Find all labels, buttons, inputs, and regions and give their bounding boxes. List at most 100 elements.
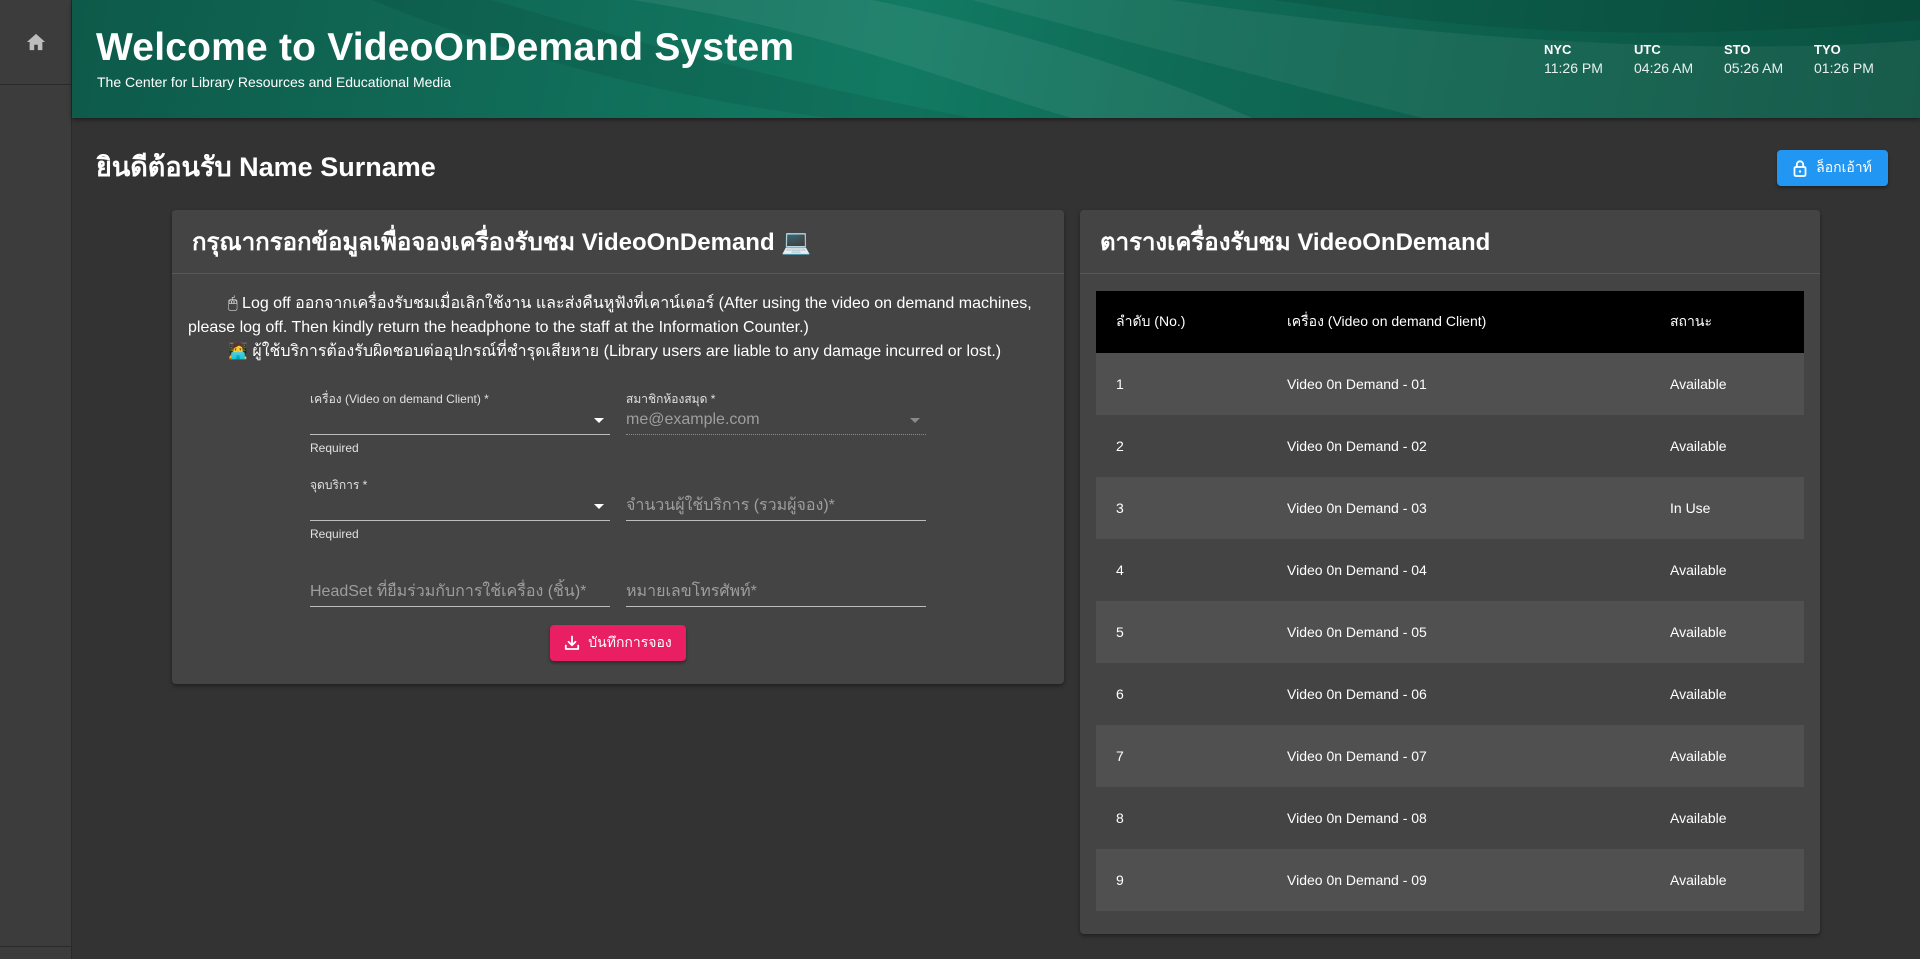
table-row[interactable]: 2 Video 0n Demand - 02 Available bbox=[1096, 415, 1804, 477]
table-row[interactable]: 4 Video 0n Demand - 04 Available bbox=[1096, 539, 1804, 601]
column-header-no[interactable]: ลำดับ (No.) bbox=[1096, 291, 1287, 353]
home-icon bbox=[26, 33, 46, 51]
clock-city: UTC bbox=[1634, 42, 1661, 57]
cell-status: Available bbox=[1670, 353, 1804, 415]
service-point-select-field: จุดบริการ * Required bbox=[310, 476, 610, 541]
chevron-down-icon bbox=[594, 504, 604, 509]
usage-notice: 🖱 Log off ออกจากเครื่องรับชมเมื่อเลิกใช้… bbox=[188, 292, 1048, 364]
download-icon bbox=[565, 635, 580, 650]
phone-field: หมายเลขโทรศัพท์* bbox=[626, 577, 926, 607]
column-header-status[interactable]: สถานะ bbox=[1670, 291, 1804, 353]
notice-line: 🧑‍💻 ผู้ใช้บริการต้องรับผิดชอบต่ออุปกรณ์ท… bbox=[228, 343, 1002, 360]
cell-machine: Video 0n Demand - 02 bbox=[1287, 415, 1670, 477]
lock-icon bbox=[1793, 159, 1807, 177]
booking-form-title: กรุณากรอกข้อมูลเพื่อจองเครื่องรับชม Vide… bbox=[172, 210, 1064, 274]
chevron-down-icon bbox=[594, 418, 604, 423]
app-subtitle: The Center for Library Resources and Edu… bbox=[97, 74, 452, 90]
save-booking-button[interactable]: บันทึกการจอง bbox=[550, 625, 686, 661]
clock-city: STO bbox=[1724, 42, 1751, 57]
booking-form-card: กรุณากรอกข้อมูลเพื่อจองเครื่องรับชม Vide… bbox=[172, 210, 1064, 684]
cell-no: 2 bbox=[1096, 415, 1287, 477]
chevron-down-icon bbox=[910, 418, 920, 423]
save-booking-label: บันทึกการจอง bbox=[588, 634, 672, 650]
cell-status: Available bbox=[1670, 539, 1804, 601]
headset-field: HeadSet ที่ยืมร่วมกับการใช้เครื่อง (ชิ้น… bbox=[310, 577, 610, 607]
cell-status: Available bbox=[1670, 601, 1804, 663]
headset-input[interactable]: HeadSet ที่ยืมร่วมกับการใช้เครื่อง (ชิ้น… bbox=[310, 577, 610, 607]
clock-time: 01:26 PM bbox=[1814, 60, 1874, 76]
headset-placeholder: HeadSet ที่ยืมร่วมกับการใช้เครื่อง (ชิ้น… bbox=[310, 583, 587, 600]
cell-no: 1 bbox=[1096, 353, 1287, 415]
cell-machine: Video 0n Demand - 03 bbox=[1287, 477, 1670, 539]
service-point-label: จุดบริการ * bbox=[310, 478, 368, 492]
cell-no: 4 bbox=[1096, 539, 1287, 601]
world-clocks: NYC 11:26 PM UTC 04:26 AM STO 05:26 AM T… bbox=[1544, 42, 1874, 76]
cell-no: 8 bbox=[1096, 787, 1287, 849]
app-title: Welcome to VideoOnDemand System bbox=[96, 26, 795, 69]
cell-status: Available bbox=[1670, 725, 1804, 787]
machine-select-hint: Required bbox=[310, 441, 359, 455]
table-row[interactable]: 3 Video 0n Demand - 03 In Use bbox=[1096, 477, 1804, 539]
cell-status: In Use bbox=[1670, 477, 1804, 539]
table-header-row: ลำดับ (No.) เครื่อง (Video on demand Cli… bbox=[1096, 291, 1804, 353]
member-select-label: สมาชิกห้องสมุด * bbox=[626, 392, 716, 406]
cell-machine: Video 0n Demand - 05 bbox=[1287, 601, 1670, 663]
clock-time: 05:26 AM bbox=[1724, 60, 1784, 76]
machine-table-title: ตารางเครื่องรับชม VideoOnDemand bbox=[1080, 210, 1820, 274]
cell-status: Available bbox=[1670, 787, 1804, 849]
cell-no: 5 bbox=[1096, 601, 1287, 663]
machine-table: ลำดับ (No.) เครื่อง (Video on demand Cli… bbox=[1096, 291, 1804, 911]
user-count-field: จำนวนผู้ใช้บริการ (รวมผู้จอง)* bbox=[626, 491, 926, 521]
clock-nyc: NYC 11:26 PM bbox=[1544, 42, 1603, 76]
cell-no: 3 bbox=[1096, 477, 1287, 539]
member-select-placeholder: me@example.com bbox=[626, 410, 760, 428]
cell-machine: Video 0n Demand - 09 bbox=[1287, 849, 1670, 911]
welcome-heading: ยินดีต้อนรับ Name Surname bbox=[96, 152, 436, 182]
service-point-hint: Required bbox=[310, 527, 359, 541]
clock-time: 04:26 AM bbox=[1634, 60, 1694, 76]
clock-tyo: TYO 01:26 PM bbox=[1814, 42, 1874, 76]
sidebar-divider bbox=[0, 946, 72, 947]
clock-city: TYO bbox=[1814, 42, 1841, 57]
table-row[interactable]: 8 Video 0n Demand - 08 Available bbox=[1096, 787, 1804, 849]
cell-no: 7 bbox=[1096, 725, 1287, 787]
table-row[interactable]: 7 Video 0n Demand - 07 Available bbox=[1096, 725, 1804, 787]
service-point-select[interactable] bbox=[310, 491, 610, 521]
cell-machine: Video 0n Demand - 08 bbox=[1287, 787, 1670, 849]
member-select-field: สมาชิกห้องสมุด * me@example.com bbox=[626, 390, 926, 435]
machine-select-field: เครื่อง (Video on demand Client) * Requi… bbox=[310, 390, 610, 455]
table-row[interactable]: 1 Video 0n Demand - 01 Available bbox=[1096, 353, 1804, 415]
cell-machine: Video 0n Demand - 07 bbox=[1287, 725, 1670, 787]
clock-city: NYC bbox=[1544, 42, 1572, 57]
phone-placeholder: หมายเลขโทรศัพท์* bbox=[626, 583, 757, 600]
logout-label: ล็อกเอ้าท์ bbox=[1816, 159, 1872, 175]
cell-machine: Video 0n Demand - 06 bbox=[1287, 663, 1670, 725]
cell-no: 6 bbox=[1096, 663, 1287, 725]
cell-status: Available bbox=[1670, 849, 1804, 911]
machine-table-card: ตารางเครื่องรับชม VideoOnDemand ลำดับ (N… bbox=[1080, 210, 1820, 934]
sidebar bbox=[0, 0, 72, 959]
clock-sto: STO 05:26 AM bbox=[1724, 42, 1784, 76]
column-header-machine[interactable]: เครื่อง (Video on demand Client) bbox=[1287, 291, 1670, 353]
table-row[interactable]: 6 Video 0n Demand - 06 Available bbox=[1096, 663, 1804, 725]
logout-button[interactable]: ล็อกเอ้าท์ bbox=[1777, 150, 1888, 186]
member-select[interactable]: me@example.com bbox=[626, 405, 926, 435]
notice-line: 🖱 Log off ออกจากเครื่องรับชมเมื่อเลิกใช้… bbox=[228, 295, 1032, 312]
machine-select-label: เครื่อง (Video on demand Client) * bbox=[310, 392, 489, 406]
clock-time: 11:26 PM bbox=[1544, 60, 1603, 76]
cell-status: Available bbox=[1670, 663, 1804, 725]
cell-machine: Video 0n Demand - 04 bbox=[1287, 539, 1670, 601]
cell-machine: Video 0n Demand - 01 bbox=[1287, 353, 1670, 415]
clock-utc: UTC 04:26 AM bbox=[1634, 42, 1694, 76]
table-row[interactable]: 5 Video 0n Demand - 05 Available bbox=[1096, 601, 1804, 663]
user-count-input[interactable]: จำนวนผู้ใช้บริการ (รวมผู้จอง)* bbox=[626, 491, 926, 521]
cell-status: Available bbox=[1670, 415, 1804, 477]
table-row[interactable]: 9 Video 0n Demand - 09 Available bbox=[1096, 849, 1804, 911]
machine-select[interactable] bbox=[310, 405, 610, 435]
phone-input[interactable]: หมายเลขโทรศัพท์* bbox=[626, 577, 926, 607]
home-button[interactable] bbox=[0, 0, 72, 85]
user-count-placeholder: จำนวนผู้ใช้บริการ (รวมผู้จอง)* bbox=[626, 497, 835, 514]
cell-no: 9 bbox=[1096, 849, 1287, 911]
app-header: Welcome to VideoOnDemand System The Cent… bbox=[72, 0, 1920, 118]
notice-line: please log off. Then kindly return the h… bbox=[188, 319, 809, 336]
